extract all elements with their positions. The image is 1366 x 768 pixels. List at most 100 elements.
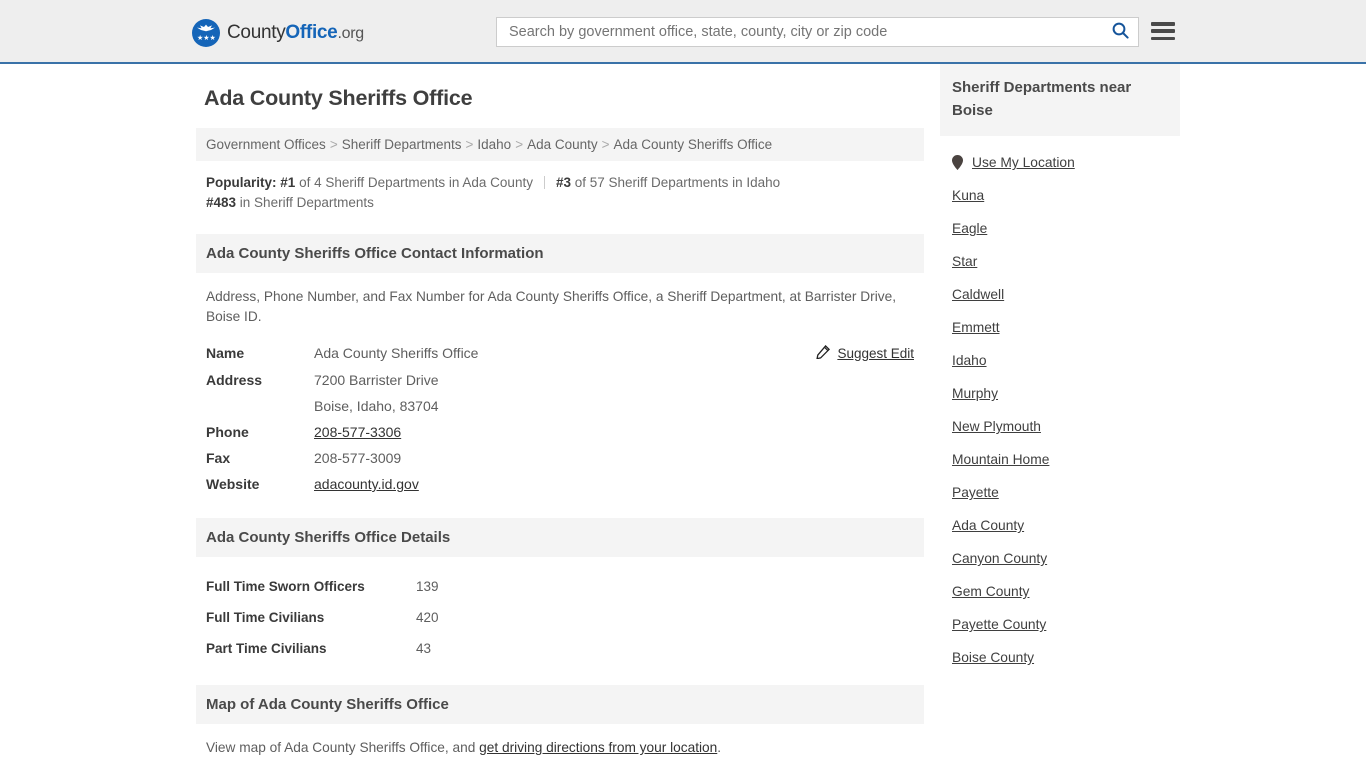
hamburger-menu-icon[interactable] xyxy=(1151,20,1175,42)
sidebar-item-boise-county[interactable]: Boise County xyxy=(940,641,1180,674)
details-table: Full Time Sworn Officers 139 Full Time Civ… xyxy=(196,571,924,664)
popularity-label: Popularity: xyxy=(206,175,277,190)
search-input[interactable] xyxy=(497,18,1102,46)
contact-row: Phone 208-577-3306 xyxy=(196,419,924,445)
breadcrumb-item-ada-county[interactable]: Ada County xyxy=(527,137,598,152)
contact-row-key: Phone xyxy=(206,424,249,440)
sidebar-item-label[interactable]: New Plymouth xyxy=(952,419,1041,434)
breadcrumb-separator: > xyxy=(465,137,474,152)
sidebar-item-label[interactable]: Ada County xyxy=(952,518,1024,533)
contact-row-action xyxy=(683,367,924,393)
sidebar-item-label[interactable]: Gem County xyxy=(952,584,1029,599)
contact-row-action xyxy=(683,393,924,419)
phone-link[interactable]: 208-577-3306 xyxy=(314,424,401,440)
sidebar-item-eagle[interactable]: Eagle xyxy=(940,212,1180,245)
driving-directions-link[interactable]: get driving directions from your locatio… xyxy=(479,740,717,755)
site-header: ★★★ CountyOffice.org xyxy=(0,0,1366,64)
sidebar-item-new-plymouth[interactable]: New Plymouth xyxy=(940,410,1180,443)
suggest-edit-button[interactable]: Suggest Edit xyxy=(816,344,914,362)
contact-row-key: Name xyxy=(206,345,245,361)
map-description: View map of Ada County Sheriffs Office, … xyxy=(196,724,924,758)
map-text-after: . xyxy=(717,740,722,755)
sidebar-item-canyon-county[interactable]: Canyon County xyxy=(940,542,1180,575)
contact-row-key xyxy=(196,393,304,419)
popularity-section: Popularity: #1 of 4 Sheriff Departments … xyxy=(196,161,924,213)
breadcrumb: Government Offices > Sheriff Departments > I… xyxy=(196,128,924,161)
details-row: Part Time Civilians 43 xyxy=(196,633,924,664)
details-row-value: 139 xyxy=(416,579,439,594)
sidebar-item-payette[interactable]: Payette xyxy=(940,476,1180,509)
logo-text-office: Office xyxy=(285,22,338,43)
details-row-value: 420 xyxy=(416,610,439,625)
eagle-seal-icon: ★★★ xyxy=(192,19,220,47)
contact-row-key: Website xyxy=(206,476,260,492)
suggest-edit-label: Suggest Edit xyxy=(837,346,914,361)
details-row-key: Full Time Sworn Officers xyxy=(206,579,365,594)
sidebar-item-mountain-home[interactable]: Mountain Home xyxy=(940,443,1180,476)
website-link[interactable]: adacounty.id.gov xyxy=(314,476,419,492)
popularity-entries: #1 of 4 Sheriff Departments in Ada Count… xyxy=(206,175,780,210)
logo-text-org: .org xyxy=(337,25,364,42)
sidebar-item-emmett[interactable]: Emmett xyxy=(940,311,1180,344)
contact-row-action xyxy=(683,471,924,497)
sidebar: Sheriff Departments near Boise Use My Lo… xyxy=(940,64,1180,674)
breadcrumb-item-government-offices[interactable]: Government Offices xyxy=(206,137,326,152)
map-pin-icon xyxy=(952,155,963,170)
map-text-before: View map of Ada County Sheriffs Office, … xyxy=(206,740,480,755)
search-button[interactable] xyxy=(1102,18,1138,46)
sidebar-item-payette-county[interactable]: Payette County xyxy=(940,608,1180,641)
logo-text-county: County xyxy=(227,22,286,43)
sidebar-item-label[interactable]: Caldwell xyxy=(952,287,1004,302)
hamburger-bar xyxy=(1151,22,1175,26)
popularity-rank: #483 xyxy=(206,195,237,210)
sidebar-item-murphy[interactable]: Murphy xyxy=(940,377,1180,410)
popularity-entry: #1 of 4 Sheriff Departments in Ada Count… xyxy=(280,175,533,190)
popularity-rank: #3 xyxy=(555,175,571,190)
sidebar-item-star[interactable]: Star xyxy=(940,245,1180,278)
sidebar-item-label[interactable]: Canyon County xyxy=(952,551,1047,566)
contact-row-value: Ada County Sheriffs Office xyxy=(314,345,479,361)
sidebar-item-use-my-location[interactable]: Use My Location xyxy=(940,146,1180,179)
contact-row-value: Boise, Idaho, 83704 xyxy=(314,398,439,414)
use-my-location-link[interactable]: Use My Location xyxy=(972,155,1075,170)
sidebar-item-caldwell[interactable]: Caldwell xyxy=(940,278,1180,311)
sidebar-item-label[interactable]: Emmett xyxy=(952,320,1000,335)
details-row-key: Full Time Civilians xyxy=(206,610,325,625)
contact-row: Name Ada County Sheriffs Office Suggest Ed… xyxy=(196,340,924,367)
contact-row-value[interactable]: 208-577-3306 xyxy=(304,419,683,445)
search-icon xyxy=(1112,22,1129,42)
sidebar-item-idaho[interactable]: Idaho xyxy=(940,344,1180,377)
contact-row: Website adacounty.id.gov xyxy=(196,471,924,497)
popularity-entry: #483 in Sheriff Departments xyxy=(206,195,374,210)
details-row: Full Time Sworn Officers 139 xyxy=(196,571,924,602)
popularity-divider xyxy=(543,176,545,189)
contact-row-value[interactable]: adacounty.id.gov xyxy=(304,471,683,497)
breadcrumb-item-idaho[interactable]: Idaho xyxy=(477,137,511,152)
site-logo[interactable]: ★★★ CountyOffice.org xyxy=(192,19,364,47)
breadcrumb-separator: > xyxy=(329,137,338,152)
logo-text: CountyOffice.org xyxy=(227,22,364,44)
sidebar-heading: Sheriff Departments near Boise xyxy=(940,64,1180,136)
sidebar-item-ada-county[interactable]: Ada County xyxy=(940,509,1180,542)
breadcrumb-item-ada-county-sheriffs-office: Ada County Sheriffs Office xyxy=(613,137,773,152)
map-section-heading: Map of Ada County Sheriffs Office xyxy=(196,685,924,724)
hamburger-bar xyxy=(1151,29,1175,33)
contact-table: Name Ada County Sheriffs Office Suggest Ed… xyxy=(196,340,924,497)
sidebar-item-label[interactable]: Payette County xyxy=(952,617,1046,632)
popularity-entry: #3 of 57 Sheriff Departments in Idaho xyxy=(555,175,781,190)
sidebar-item-label[interactable]: Eagle xyxy=(952,221,987,236)
sidebar-list: Use My Location Kuna Eagle Star Caldwell Emm… xyxy=(940,136,1180,674)
sidebar-item-label[interactable]: Boise County xyxy=(952,650,1034,665)
sidebar-item-gem-county[interactable]: Gem County xyxy=(940,575,1180,608)
sidebar-item-label[interactable]: Mountain Home xyxy=(952,452,1049,467)
breadcrumb-item-sheriff-departments[interactable]: Sheriff Departments xyxy=(342,137,462,152)
breadcrumb-separator: > xyxy=(515,137,524,152)
sidebar-item-label[interactable]: Star xyxy=(952,254,977,269)
sidebar-item-label[interactable]: Payette xyxy=(952,485,999,500)
details-row: Full Time Civilians 420 xyxy=(196,602,924,633)
details-section-heading: Ada County Sheriffs Office Details xyxy=(196,518,924,557)
sidebar-item-label[interactable]: Kuna xyxy=(952,188,984,203)
sidebar-item-label[interactable]: Murphy xyxy=(952,386,998,401)
sidebar-item-kuna[interactable]: Kuna xyxy=(940,179,1180,212)
sidebar-item-label[interactable]: Idaho xyxy=(952,353,987,368)
